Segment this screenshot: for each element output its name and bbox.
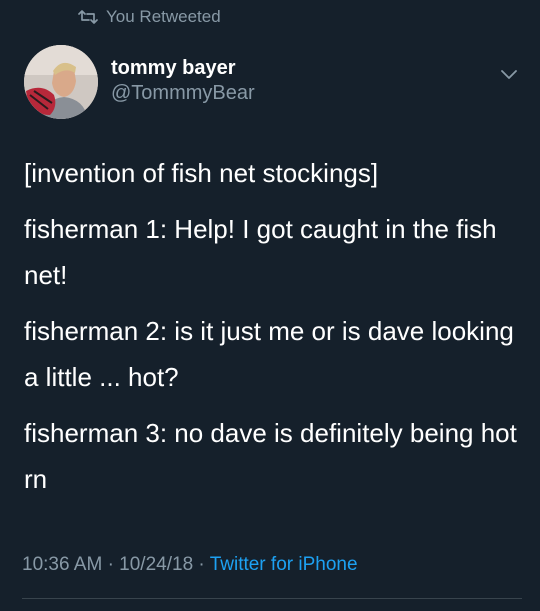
retweet-icon (78, 9, 98, 25)
avatar[interactable] (24, 45, 98, 119)
author-name[interactable]: tommy bayer (111, 56, 255, 80)
divider (22, 598, 522, 599)
tweet-paragraph: [invention of fish net stockings] (24, 158, 379, 188)
tweet-paragraph: fisherman 1: Help! I got caught in the f… (24, 214, 497, 290)
author-handle[interactable]: @TommmyBear (111, 80, 255, 106)
retweet-banner: You Retweeted (78, 6, 221, 28)
tweet-source-link[interactable]: Twitter for iPhone (210, 554, 358, 575)
meta-separator: · (198, 554, 205, 575)
tweet-paragraph: fisherman 3: no dave is definitely being… (24, 418, 517, 494)
tweet-meta: 10:36 AM · 10/24/18 · Twitter for iPhone (22, 553, 358, 577)
tweet-paragraph: fisherman 2: is it just me or is dave lo… (24, 316, 514, 392)
retweet-label: You Retweeted (106, 7, 221, 26)
tweet-date[interactable]: 10/24/18 (119, 554, 193, 575)
meta-separator: · (107, 554, 114, 575)
chevron-down-icon[interactable] (497, 62, 521, 86)
tweet-text: [invention of fish net stockings] fisher… (24, 150, 524, 512)
author-info[interactable]: tommy bayer @TommmyBear (111, 56, 255, 106)
tweet-time[interactable]: 10:36 AM (22, 554, 102, 575)
